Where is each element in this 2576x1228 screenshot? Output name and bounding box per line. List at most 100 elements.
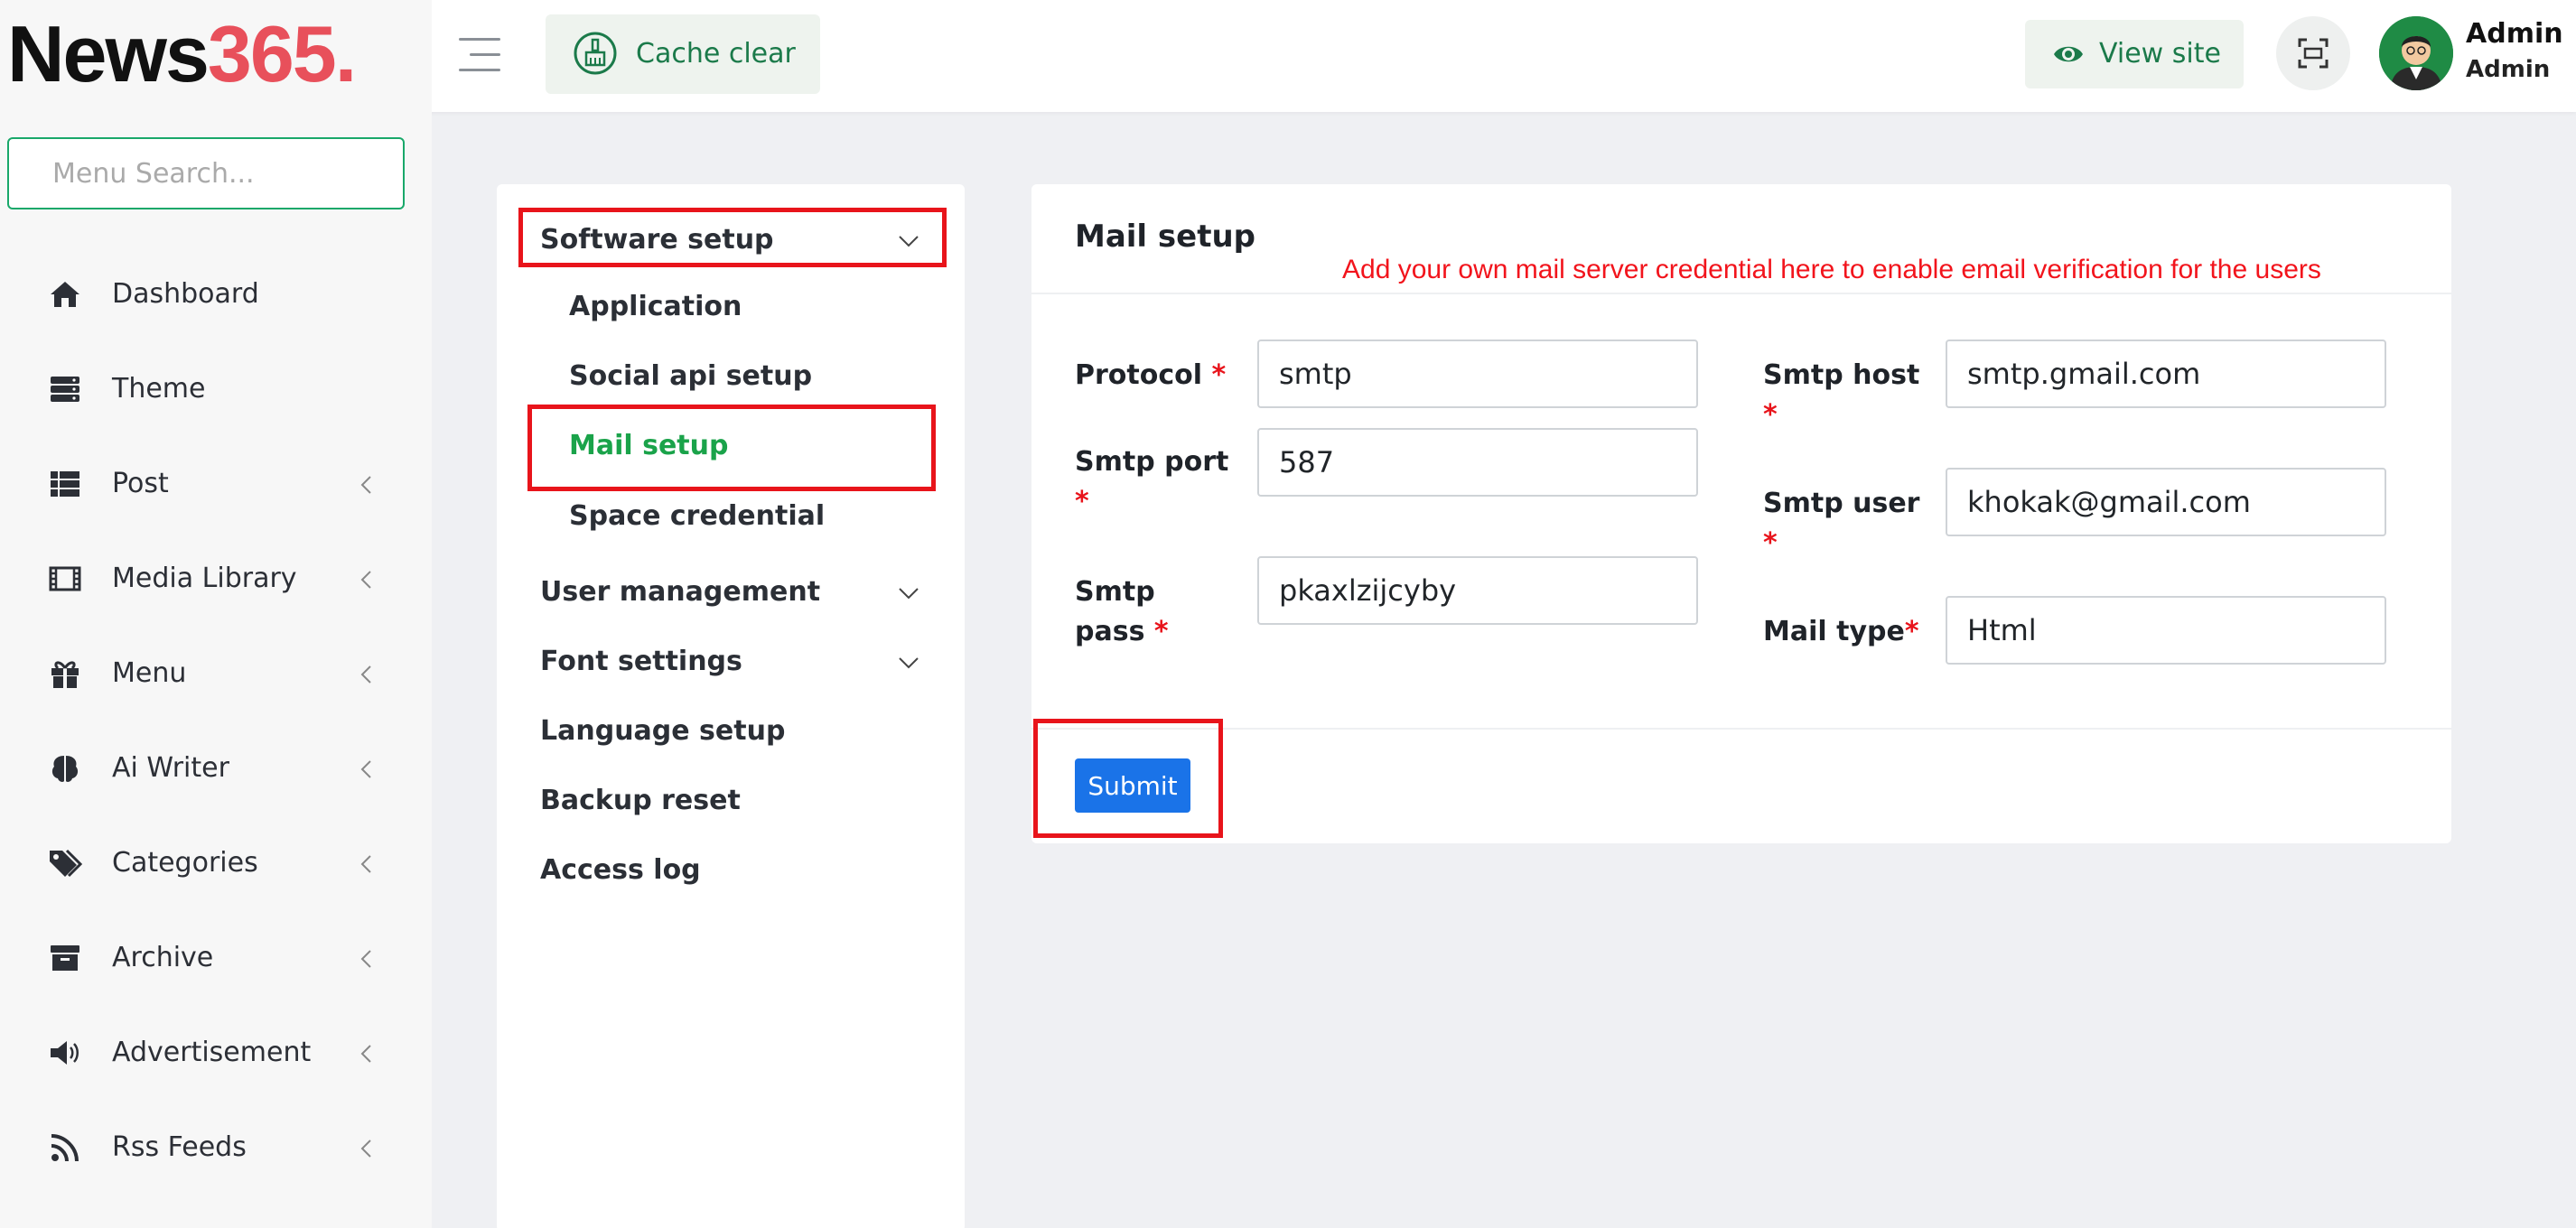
chevron-left-icon xyxy=(360,1045,371,1063)
menu-search-input[interactable] xyxy=(7,137,405,209)
sidebar-item-media-library[interactable]: Media Library xyxy=(0,543,432,615)
sidebar-item-label: Theme xyxy=(112,373,206,405)
sidebar-item-categories[interactable]: Categories xyxy=(0,827,432,899)
settings-nav-access-log[interactable]: Access log xyxy=(540,854,701,886)
sidebar-item-label: Archive xyxy=(112,942,214,973)
sidebar-item-menu[interactable]: Menu xyxy=(0,637,432,710)
site-logo[interactable]: News365. xyxy=(7,7,357,101)
home-icon xyxy=(51,282,79,307)
broom-icon xyxy=(574,32,617,75)
sidebar-item-advertisement[interactable]: Advertisement xyxy=(0,1017,432,1089)
sidebar-item-ai-writer[interactable]: Ai Writer xyxy=(0,732,432,805)
required-mark: * xyxy=(1763,399,1778,431)
chevron-left-icon xyxy=(360,1140,371,1158)
protocol-label-text: Protocol xyxy=(1075,359,1203,391)
settings-nav-font-settings[interactable]: Font settings xyxy=(540,646,742,677)
settings-nav-social-api-setup[interactable]: Social api setup xyxy=(569,360,812,392)
settings-nav-backup-reset[interactable]: Backup reset xyxy=(540,785,741,816)
chevron-left-icon xyxy=(360,665,371,684)
smtp-port-label: Smtp port xyxy=(1075,446,1229,478)
sidebar-item-label: Ai Writer xyxy=(112,752,229,784)
mail-type-label: Mail type* xyxy=(1763,612,1919,652)
chevron-down-icon xyxy=(899,236,919,247)
settings-nav-mail-setup[interactable]: Mail setup xyxy=(569,430,728,461)
hamburger-menu-icon[interactable] xyxy=(459,34,504,76)
tags-icon xyxy=(50,849,83,878)
smtp-pass-label-line2: pass * xyxy=(1075,612,1169,652)
sidebar-item-theme[interactable]: Theme xyxy=(0,353,432,425)
sidebar-item-post[interactable]: Post xyxy=(0,448,432,520)
settings-nav-application[interactable]: Application xyxy=(569,291,742,322)
fullscreen-button[interactable] xyxy=(2276,16,2350,90)
sidebar: Dashboard Theme Post Media Library xyxy=(0,112,432,1228)
smtp-user-label: Smtp user xyxy=(1763,488,1920,519)
settings-nav-software-setup[interactable]: Software setup xyxy=(540,224,774,256)
submit-button[interactable]: Submit xyxy=(1075,758,1190,813)
sidebar-item-label: Advertisement xyxy=(112,1037,312,1068)
sidebar-item-label: Rss Feeds xyxy=(112,1131,247,1163)
top-header: News365. Cache clear View site Admin Adm… xyxy=(0,0,2576,112)
mail-setup-note: Add your own mail server credential here… xyxy=(1342,255,2321,284)
sidebar-item-label: Dashboard xyxy=(112,278,259,310)
protocol-label: Protocol * xyxy=(1075,356,1226,395)
chevron-down-icon xyxy=(899,657,919,669)
sidebar-item-rss-feeds[interactable]: Rss Feeds xyxy=(0,1112,432,1184)
chevron-left-icon xyxy=(360,855,371,873)
chevron-left-icon xyxy=(360,571,371,589)
logo-text-365: 365. xyxy=(207,9,357,98)
smtp-pass-label-text: pass xyxy=(1075,616,1145,647)
list-icon xyxy=(51,471,79,497)
user-avatar[interactable] xyxy=(2379,16,2453,90)
mail-type-input[interactable] xyxy=(1946,596,2386,665)
megaphone-icon xyxy=(51,1041,79,1065)
user-name[interactable]: Admin xyxy=(2466,18,2563,50)
settings-nav-panel: Software setup Application Social api se… xyxy=(497,184,965,1228)
view-site-button[interactable]: View site xyxy=(2025,20,2244,88)
card-footer-divider xyxy=(1031,728,2451,730)
required-mark: * xyxy=(1153,616,1169,647)
brain-icon xyxy=(51,756,79,782)
fullscreen-icon xyxy=(2298,38,2329,69)
required-mark: * xyxy=(1075,486,1089,517)
eye-icon xyxy=(2054,46,2083,62)
chevron-left-icon xyxy=(360,760,371,778)
view-site-label: View site xyxy=(2099,38,2221,70)
server-icon xyxy=(51,377,79,402)
sidebar-item-label: Menu xyxy=(112,657,187,689)
gift-icon xyxy=(51,661,79,688)
smtp-pass-input[interactable] xyxy=(1257,556,1698,625)
protocol-input[interactable] xyxy=(1257,340,1698,408)
user-role: Admin xyxy=(2466,56,2551,83)
smtp-port-input[interactable] xyxy=(1257,428,1698,497)
film-icon xyxy=(49,566,81,591)
logo-area: News365. xyxy=(0,0,432,112)
logo-text-news: News xyxy=(7,9,210,98)
cache-clear-button[interactable]: Cache clear xyxy=(546,14,820,94)
chevron-left-icon xyxy=(360,950,371,968)
required-mark: * xyxy=(1763,527,1778,559)
sidebar-item-dashboard[interactable]: Dashboard xyxy=(0,258,432,330)
required-mark: * xyxy=(1904,616,1919,647)
smtp-pass-label-line1: Smtp xyxy=(1075,576,1155,608)
chevron-down-icon xyxy=(899,588,919,600)
rss-icon xyxy=(51,1134,79,1162)
settings-nav-space-credential[interactable]: Space credential xyxy=(569,500,825,532)
mail-setup-card: Mail setup Add your own mail server cred… xyxy=(1031,184,2451,843)
user-avatar-icon xyxy=(2379,16,2453,90)
settings-nav-user-management[interactable]: User management xyxy=(540,576,820,608)
chevron-left-icon xyxy=(360,476,371,494)
mail-type-label-text: Mail type xyxy=(1763,616,1905,647)
archive-icon xyxy=(51,945,79,971)
sidebar-item-label: Media Library xyxy=(112,563,297,594)
sidebar-item-label: Categories xyxy=(112,847,258,879)
sidebar-item-archive[interactable]: Archive xyxy=(0,922,432,994)
smtp-host-label: Smtp host xyxy=(1763,359,1920,391)
required-mark: * xyxy=(1211,359,1227,391)
cache-clear-label: Cache clear xyxy=(636,38,796,70)
smtp-user-input[interactable] xyxy=(1946,468,2386,536)
smtp-host-input[interactable] xyxy=(1946,340,2386,408)
settings-nav-language-setup[interactable]: Language setup xyxy=(540,715,785,747)
card-title: Mail setup xyxy=(1075,219,1256,255)
sidebar-item-label: Post xyxy=(112,468,169,499)
card-header-divider xyxy=(1031,293,2451,294)
